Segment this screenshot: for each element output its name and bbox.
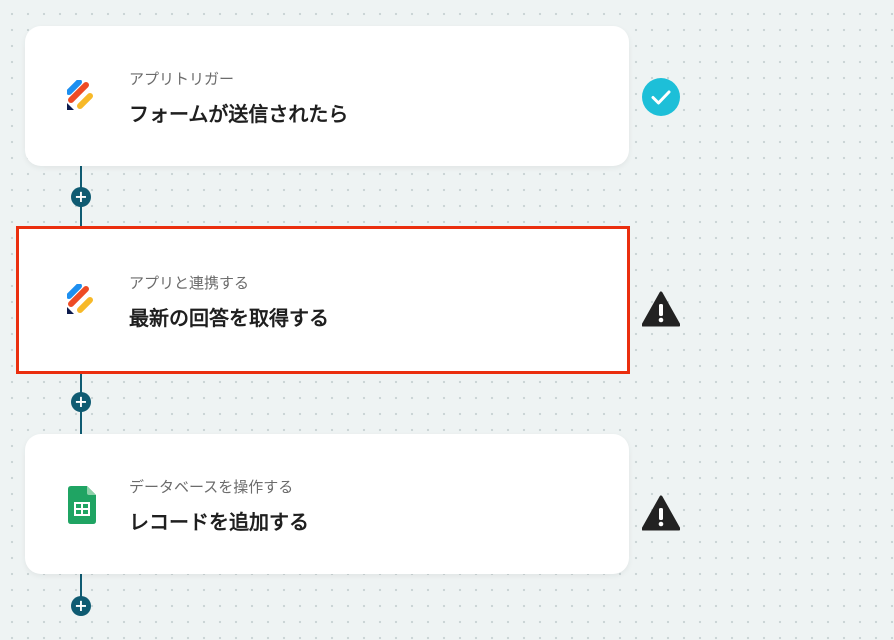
flow-step-card-trigger[interactable]: アプリトリガー フォームが送信されたら	[25, 26, 629, 166]
warning-icon	[641, 494, 681, 532]
add-step-button[interactable]: +	[71, 187, 91, 207]
google-sheets-icon	[68, 486, 96, 524]
step-subtitle: データベースを操作する	[129, 478, 294, 496]
flow-step-card-get-response[interactable]: アプリと連携する 最新の回答を取得する	[22, 232, 624, 368]
warning-icon	[641, 290, 681, 328]
form-app-icon	[66, 79, 97, 112]
add-step-button[interactable]: +	[71, 596, 91, 616]
step-title: フォームが送信されたら	[129, 102, 349, 126]
step-title: 最新の回答を取得する	[129, 306, 329, 330]
step-subtitle: アプリと連携する	[129, 274, 250, 292]
step-title: レコードを追加する	[129, 510, 309, 534]
form-app-icon	[66, 283, 97, 316]
add-step-button[interactable]: +	[71, 392, 91, 412]
flow-step-card-add-record[interactable]: データベースを操作する レコードを追加する	[25, 434, 629, 574]
completed-check-icon	[642, 78, 680, 116]
step-subtitle: アプリトリガー	[129, 70, 235, 88]
